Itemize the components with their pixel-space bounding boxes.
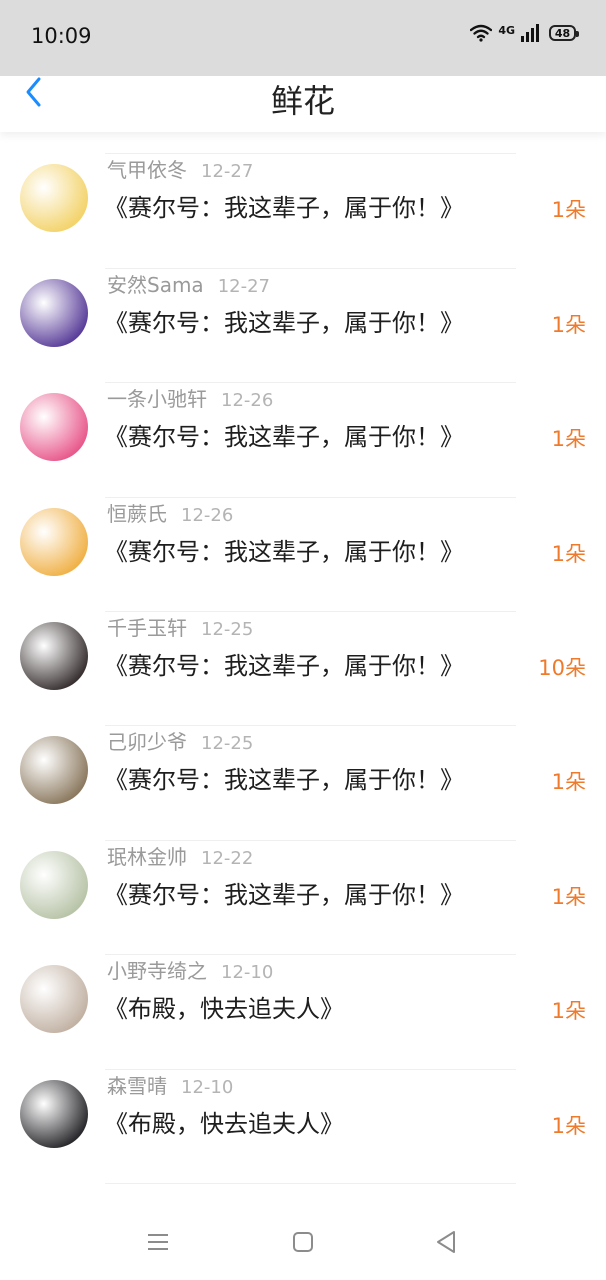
book-title[interactable]: 《赛尔号：我这辈子，属于你！》 xyxy=(104,646,464,681)
username-text: 气甲依冬 xyxy=(107,158,187,183)
username: 小野寺绮之 12-10 xyxy=(107,955,273,984)
status-time: 10:09 xyxy=(31,24,92,48)
status-bar: 10:09 4G 48 xyxy=(0,0,606,76)
list-item[interactable]: 森雪晴 12-10 《布殿，快去追夫人》 1朵 xyxy=(0,1070,606,1185)
username: 森雪晴 12-10 xyxy=(107,1070,233,1099)
wifi-icon xyxy=(470,24,493,42)
flower-count: 1朵 xyxy=(551,198,586,223)
avatar[interactable] xyxy=(20,621,88,690)
flower-count: 1朵 xyxy=(551,999,586,1024)
avatar[interactable] xyxy=(20,393,88,462)
battery-level: 48 xyxy=(554,26,571,40)
list-item[interactable]: 安然Sama 12-27 《赛尔号：我这辈子，属于你！》 1朵 xyxy=(0,269,606,384)
username: 一条小驰轩 12-26 xyxy=(107,383,273,412)
flower-list: 《赛尔号：我这辈子，属于你！》 10朵 气甲依冬 12-27 《赛尔号：我这辈子，属于你… xyxy=(0,50,606,1185)
list-item[interactable]: 珉林金帅 12-22 《赛尔号：我这辈子，属于你！》 1朵 xyxy=(0,841,606,956)
username: 气甲依冬 12-27 xyxy=(107,154,253,183)
flower-count: 1朵 xyxy=(551,884,586,909)
book-title[interactable]: 《赛尔号：我这辈子，属于你！》 xyxy=(104,875,464,910)
row-date: 12-27 xyxy=(217,275,271,297)
signal-icon xyxy=(521,24,539,42)
book-title[interactable]: 《布殿，快去追夫人》 xyxy=(104,1104,344,1139)
row-date: 12-27 xyxy=(201,161,254,183)
avatar[interactable] xyxy=(20,278,88,347)
avatar[interactable] xyxy=(20,736,88,805)
username-text: 小野寺绮之 xyxy=(107,959,207,984)
username: 珉林金帅 12-22 xyxy=(107,841,253,870)
book-title[interactable]: 《赛尔号：我这辈子，属于你！》 xyxy=(104,417,464,452)
book-title[interactable]: 《布殿，快去追夫人》 xyxy=(104,989,344,1024)
avatar[interactable] xyxy=(20,164,88,233)
book-title[interactable]: 《赛尔号：我这辈子，属于你！》 xyxy=(104,188,464,223)
system-back-button[interactable] xyxy=(426,1224,466,1264)
menu-icon xyxy=(146,1232,170,1256)
username: 安然Sama 12-27 xyxy=(107,269,270,298)
page-title: 鲜花 xyxy=(270,82,335,120)
flower-count: 10朵 xyxy=(538,655,586,680)
row-date: 12-22 xyxy=(201,847,254,869)
row-date: 12-10 xyxy=(181,1076,234,1098)
flower-count: 1朵 xyxy=(551,427,586,452)
username-text: 一条小驰轩 xyxy=(107,387,207,412)
row-date: 12-25 xyxy=(201,618,254,640)
row-date: 12-26 xyxy=(181,504,234,526)
username: 己卯少爷 12-25 xyxy=(107,726,253,755)
back-triangle-icon xyxy=(435,1230,457,1258)
list-item[interactable]: 恒蕨氏 12-26 《赛尔号：我这辈子，属于你！》 1朵 xyxy=(0,498,606,613)
home-square-icon xyxy=(292,1231,314,1257)
book-title[interactable]: 《赛尔号：我这辈子，属于你！》 xyxy=(104,303,464,338)
flower-count: 1朵 xyxy=(551,541,586,566)
home-button[interactable] xyxy=(283,1224,323,1264)
list-item[interactable]: 千手玉轩 12-25 《赛尔号：我这辈子，属于你！》 10朵 xyxy=(0,612,606,727)
network-label: 4G xyxy=(498,23,515,37)
username-text: 安然Sama xyxy=(107,272,204,297)
username: 恒蕨氏 12-26 xyxy=(107,498,233,527)
list-item[interactable]: 一条小驰轩 12-26 《赛尔号：我这辈子，属于你！》 1朵 xyxy=(0,383,606,498)
avatar[interactable] xyxy=(20,507,88,576)
nav-bar xyxy=(0,1206,606,1280)
list-item[interactable]: 己卯少爷 12-25 《赛尔号：我这辈子，属于你！》 1朵 xyxy=(0,726,606,842)
username-text: 珉林金帅 xyxy=(107,844,187,869)
book-title[interactable]: 《赛尔号：我这辈子，属于你！》 xyxy=(104,532,464,567)
row-date: 12-10 xyxy=(221,962,274,984)
flower-count: 1朵 xyxy=(551,1113,586,1138)
username: 千手玉轩 12-25 xyxy=(107,612,253,641)
battery-icon: 48 xyxy=(549,25,579,41)
row-date: 12-26 xyxy=(221,390,274,412)
menu-button[interactable] xyxy=(138,1224,178,1264)
flower-count: 1朵 xyxy=(551,770,586,795)
list-item[interactable]: 气甲依冬 12-27 《赛尔号：我这辈子，属于你！》 1朵 xyxy=(0,154,606,270)
book-title[interactable]: 《赛尔号：我这辈子，属于你！》 xyxy=(104,760,464,795)
row-date: 12-25 xyxy=(201,733,254,755)
flower-count: 1朵 xyxy=(551,312,586,337)
avatar[interactable] xyxy=(20,1079,88,1148)
username-text: 恒蕨氏 xyxy=(107,501,167,526)
status-icons: 4G 48 xyxy=(470,23,579,42)
username-text: 森雪晴 xyxy=(107,1073,167,1098)
username-text: 千手玉轩 xyxy=(107,615,187,640)
list-item[interactable]: 小野寺绮之 12-10 《布殿，快去追夫人》 1朵 xyxy=(0,955,606,1070)
avatar[interactable] xyxy=(20,850,88,919)
username-text: 己卯少爷 xyxy=(107,730,187,755)
avatar[interactable] xyxy=(20,965,88,1034)
